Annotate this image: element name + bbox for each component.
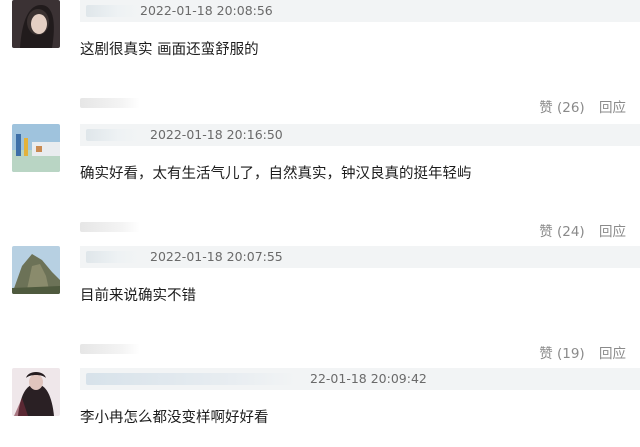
reply-button[interactable]: 回应 xyxy=(599,100,626,116)
comment-text: 确实好看，太有生活气儿了，自然真实，钟汉良真的挺年轻屿 xyxy=(80,166,472,182)
avatar[interactable] xyxy=(12,368,60,416)
avatar[interactable] xyxy=(12,0,60,48)
avatar-image xyxy=(12,368,60,416)
comment-meta-bar: 22-01-18 20:09:42 xyxy=(80,368,640,390)
comment-timestamp: 2022-01-18 20:08:56 xyxy=(140,3,273,18)
comment-text: 李小冉怎么都没变样啊好好看 xyxy=(80,410,269,426)
username-blurred[interactable] xyxy=(86,5,140,17)
reply-button[interactable]: 回应 xyxy=(599,224,626,240)
like-button[interactable]: 赞 (26) xyxy=(539,100,585,116)
comment-text: 目前来说确实不错 xyxy=(80,288,196,304)
like-button[interactable]: 赞 (24) xyxy=(539,224,585,240)
comment-actions: 赞 (26) 回应 xyxy=(529,96,626,116)
comment-timestamp: 22-01-18 20:09:42 xyxy=(310,371,427,386)
username-blurred[interactable] xyxy=(80,344,140,354)
comment-actions: 赞 (24) 回应 xyxy=(529,220,626,240)
username-blurred[interactable] xyxy=(80,222,140,232)
avatar-image xyxy=(12,0,60,48)
avatar-image xyxy=(12,246,60,294)
like-button[interactable]: 赞 (19) xyxy=(539,346,585,362)
comment-timestamp: 2022-01-18 20:16:50 xyxy=(150,127,283,142)
username-blurred[interactable] xyxy=(80,98,140,108)
username-blurred[interactable] xyxy=(86,373,296,385)
comment-actions: 赞 (19) 回应 xyxy=(529,342,626,362)
comment-timestamp: 2022-01-18 20:07:55 xyxy=(150,249,283,264)
username-blurred[interactable] xyxy=(86,129,140,141)
comment-meta-bar: 2022-01-18 20:07:55 xyxy=(80,246,640,268)
username-blurred[interactable] xyxy=(86,251,140,263)
avatar[interactable] xyxy=(12,124,60,172)
comment-meta-bar: 2022-01-18 20:08:56 xyxy=(80,0,640,22)
reply-button[interactable]: 回应 xyxy=(599,346,626,362)
comment-meta-bar: 2022-01-18 20:16:50 xyxy=(80,124,640,146)
comment-text: 这剧很真实 画面还蛮舒服的 xyxy=(80,42,259,58)
avatar[interactable] xyxy=(12,246,60,294)
avatar-image xyxy=(12,124,60,172)
